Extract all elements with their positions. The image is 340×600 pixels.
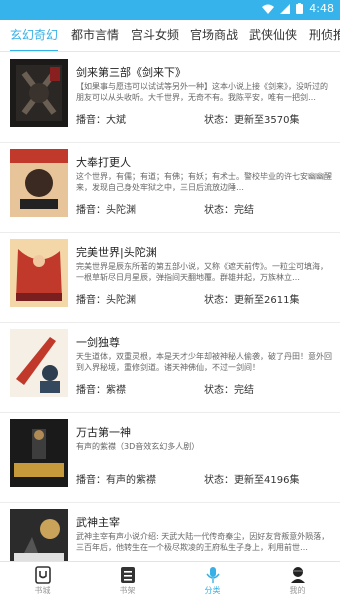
book-item[interactable]: 武神主宰 武神主宰有声小说介绍: 天武大陆一代传奇秦尘，因好友背叛意外陨落，三百… bbox=[0, 503, 340, 561]
book-description: 有声的紫襟（3D音效玄幻多人剧） bbox=[76, 442, 200, 451]
book-anchor: 播音：头陀渊 bbox=[76, 205, 136, 216]
book-status: 状态：更新至3570集 bbox=[204, 115, 300, 126]
book-description: 【如果事与愿违可以试试等另外一种】这本小说上接《剑来》，没听过的朋友可以从头收听… bbox=[76, 82, 328, 102]
book-description: 天生道体，双重灵根，本是天才少年却被神秘人偷袭，破了丹田！意外回到入界秘境，重修… bbox=[76, 352, 332, 372]
status-bar: 4:48 bbox=[0, 0, 340, 20]
book-cover[interactable] bbox=[10, 329, 68, 397]
book-cover[interactable] bbox=[10, 239, 68, 307]
book-description: 完美世界是辰东所著的第五部小说，又称《遮天前传》。一粒尘可填海，一根草斩尽日月星… bbox=[76, 262, 328, 282]
book-item[interactable]: 万古第一神 有声的紫襟（3D音效玄幻多人剧） 播音：有声的紫襟 状态：更新至41… bbox=[0, 413, 340, 503]
nav-bookstore[interactable]: 书城 bbox=[0, 562, 85, 600]
book-anchor: 播音：头陀渊 bbox=[76, 295, 136, 306]
book-cover[interactable] bbox=[10, 419, 68, 487]
profile-icon bbox=[255, 566, 340, 584]
nav-label: 我的 bbox=[289, 586, 306, 595]
book-status: 状态：更新至2611集 bbox=[204, 295, 300, 306]
tab-wuxia[interactable]: 武侠仙侠 bbox=[249, 20, 297, 51]
tab-urban-romance[interactable]: 都市言情 bbox=[71, 20, 119, 51]
book-anchor: 播音：大斌 bbox=[76, 115, 126, 126]
book-anchor: 播音：有声的紫襟 bbox=[76, 475, 156, 486]
tab-palace-drama[interactable]: 宫斗女频 bbox=[131, 20, 179, 51]
tab-detective[interactable]: 刑侦推 bbox=[309, 20, 340, 51]
book-title: 万古第一神 bbox=[76, 426, 131, 439]
book-status: 状态：完结 bbox=[204, 205, 254, 216]
book-title: 大奉打更人 bbox=[76, 156, 131, 169]
signal-icon bbox=[280, 3, 291, 14]
nav-category[interactable]: 分类 bbox=[170, 562, 255, 600]
bookshelf-icon bbox=[85, 566, 170, 584]
book-title: 完美世界|头陀渊 bbox=[76, 246, 157, 259]
book-anchor: 播音：紫襟 bbox=[76, 385, 126, 396]
battery-icon bbox=[296, 3, 304, 14]
book-description: 武神主宰有声小说介绍: 天武大陆一代传奇秦尘，因好友背叛意外陨落，三百年后，他转… bbox=[76, 532, 330, 552]
book-item[interactable]: 完美世界|头陀渊 完美世界是辰东所著的第五部小说，又称《遮天前传》。一粒尘可填海… bbox=[0, 233, 340, 323]
book-title: 剑来第三部《剑来下》 bbox=[76, 66, 186, 79]
book-cover[interactable] bbox=[10, 59, 68, 127]
nav-label: 书架 bbox=[119, 586, 136, 595]
book-cover[interactable] bbox=[10, 509, 68, 561]
bookstore-icon bbox=[0, 566, 85, 584]
book-title: 一剑独尊 bbox=[76, 336, 120, 349]
wifi-icon bbox=[262, 4, 275, 14]
book-list: 剑来第三部《剑来下》 【如果事与愿违可以试试等另外一种】这本小说上接《剑来》，没… bbox=[0, 53, 340, 561]
book-item[interactable]: 大奉打更人 这个世界，有儒；有道；有佛；有妖；有术士。警校毕业的许七安幽幽醒来，… bbox=[0, 143, 340, 233]
nav-label: 分类 bbox=[204, 586, 221, 595]
bottom-navigation: 书城 书架 分类 我的 bbox=[0, 561, 340, 600]
nav-bookshelf[interactable]: 书架 bbox=[85, 562, 170, 600]
category-tabs: 玄幻奇幻 都市言情 宫斗女频 官场商战 武侠仙侠 刑侦推 bbox=[0, 20, 340, 52]
book-status: 状态：完结 bbox=[204, 385, 254, 396]
tab-business[interactable]: 官场商战 bbox=[190, 20, 238, 51]
book-title: 武神主宰 bbox=[76, 516, 120, 529]
book-cover[interactable] bbox=[10, 149, 68, 217]
book-item[interactable]: 剑来第三部《剑来下》 【如果事与愿违可以试试等另外一种】这本小说上接《剑来》，没… bbox=[0, 53, 340, 143]
nav-label: 书城 bbox=[34, 586, 51, 595]
book-item[interactable]: 一剑独尊 天生道体，双重灵根，本是天才少年却被神秘人偷袭，破了丹田！意外回到入界… bbox=[0, 323, 340, 413]
clock-time: 4:48 bbox=[309, 2, 334, 15]
tab-fantasy[interactable]: 玄幻奇幻 bbox=[10, 20, 59, 51]
nav-profile[interactable]: 我的 bbox=[255, 562, 340, 600]
book-status: 状态：更新至4196集 bbox=[204, 475, 300, 486]
book-description: 这个世界，有儒；有道；有佛；有妖；有术士。警校毕业的许七安幽幽醒来，发现自己身处… bbox=[76, 172, 332, 192]
microphone-icon bbox=[170, 566, 255, 584]
